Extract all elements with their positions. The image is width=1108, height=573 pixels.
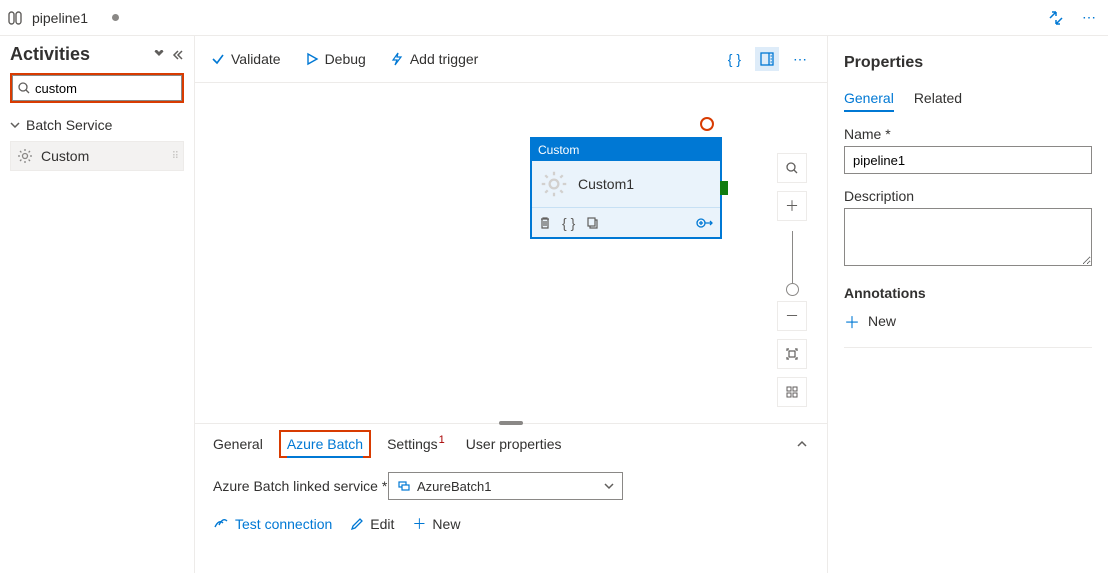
- test-connection-button[interactable]: Test connection: [213, 516, 332, 532]
- description-input[interactable]: [844, 208, 1092, 266]
- name-input[interactable]: [844, 146, 1092, 174]
- activity-label: Custom: [41, 148, 89, 164]
- node-name: Custom1: [578, 176, 634, 192]
- pencil-icon: [350, 517, 364, 531]
- canvas-search-button[interactable]: [777, 153, 807, 183]
- collapse-all-icon[interactable]: [152, 50, 166, 60]
- search-icon: [18, 82, 30, 94]
- linked-service-select[interactable]: AzureBatch1: [388, 472, 623, 500]
- output-port[interactable]: [720, 181, 728, 195]
- activities-search-input[interactable]: [12, 75, 182, 101]
- pipeline-icon: [8, 9, 26, 27]
- properties-heading: Properties: [844, 54, 1092, 72]
- play-icon: [305, 52, 319, 66]
- layout-button[interactable]: [777, 377, 807, 407]
- tab-user-properties[interactable]: User properties: [466, 432, 562, 456]
- grip-icon: ⠿: [172, 151, 177, 162]
- add-trigger-button[interactable]: Add trigger: [390, 51, 478, 67]
- group-batch-service[interactable]: Batch Service: [10, 113, 184, 137]
- tab-azure-batch[interactable]: Azure Batch: [287, 432, 363, 458]
- validate-button[interactable]: Validate: [211, 51, 281, 67]
- more-icon[interactable]: ⋯: [789, 47, 811, 72]
- more-icon[interactable]: ⋯: [1078, 5, 1100, 30]
- lightning-icon: [390, 52, 404, 66]
- properties-toggle-icon[interactable]: [755, 47, 779, 71]
- zoom-out-button[interactable]: －: [777, 301, 807, 331]
- pipeline-title: pipeline1: [32, 10, 88, 26]
- deactivate-icon[interactable]: [700, 117, 714, 131]
- linked-service-value: AzureBatch1: [417, 479, 491, 494]
- tab-settings[interactable]: Settings1: [387, 432, 444, 456]
- props-tab-general[interactable]: General: [844, 86, 894, 112]
- delete-icon[interactable]: [538, 216, 552, 230]
- unsaved-dot-icon: [112, 14, 119, 21]
- add-output-icon[interactable]: [696, 216, 714, 230]
- new-annotation-button[interactable]: ＋ New: [844, 309, 1092, 333]
- hide-sidebar-icon[interactable]: [172, 50, 184, 60]
- panel-resize-handle[interactable]: [499, 421, 523, 425]
- new-button[interactable]: ＋ New: [412, 514, 460, 534]
- description-label: Description: [844, 188, 1092, 204]
- activity-custom[interactable]: Custom ⠿: [10, 141, 184, 171]
- activity-node-custom1[interactable]: Custom Custom1 { }: [530, 137, 722, 239]
- activities-heading: Activities: [10, 44, 146, 65]
- copy-icon[interactable]: [585, 216, 599, 230]
- props-tab-related[interactable]: Related: [914, 86, 962, 112]
- plus-icon: ＋: [844, 309, 860, 333]
- zoom-in-button[interactable]: ＋: [777, 191, 807, 221]
- annotations-label: Annotations: [844, 285, 1092, 301]
- tab-general[interactable]: General: [213, 432, 263, 456]
- debug-button[interactable]: Debug: [305, 51, 366, 67]
- zoom-handle[interactable]: [786, 283, 799, 296]
- settings-error-badge: 1: [439, 434, 445, 446]
- chevron-down-icon: [604, 481, 614, 491]
- edit-button[interactable]: Edit: [350, 516, 394, 532]
- fit-to-screen-button[interactable]: [777, 339, 807, 369]
- connection-icon: [213, 517, 229, 531]
- group-label: Batch Service: [26, 117, 112, 133]
- json-icon[interactable]: { }: [562, 215, 575, 231]
- json-icon[interactable]: { }: [724, 47, 745, 71]
- name-label: Name *: [844, 126, 1092, 142]
- gear-icon: [540, 170, 568, 198]
- check-icon: [211, 52, 225, 66]
- collapse-panel-icon[interactable]: [795, 437, 809, 451]
- node-type-label: Custom: [538, 143, 579, 157]
- plus-icon: ＋: [412, 514, 426, 534]
- chevron-down-icon: [10, 120, 20, 130]
- linked-service-icon: [397, 479, 411, 493]
- linked-service-label: Azure Batch linked service *: [213, 478, 388, 494]
- pipeline-canvas[interactable]: Custom Custom1 { }: [195, 83, 827, 423]
- zoom-slider[interactable]: [792, 231, 793, 291]
- expand-icon[interactable]: [1044, 6, 1068, 30]
- gear-icon: [17, 148, 33, 164]
